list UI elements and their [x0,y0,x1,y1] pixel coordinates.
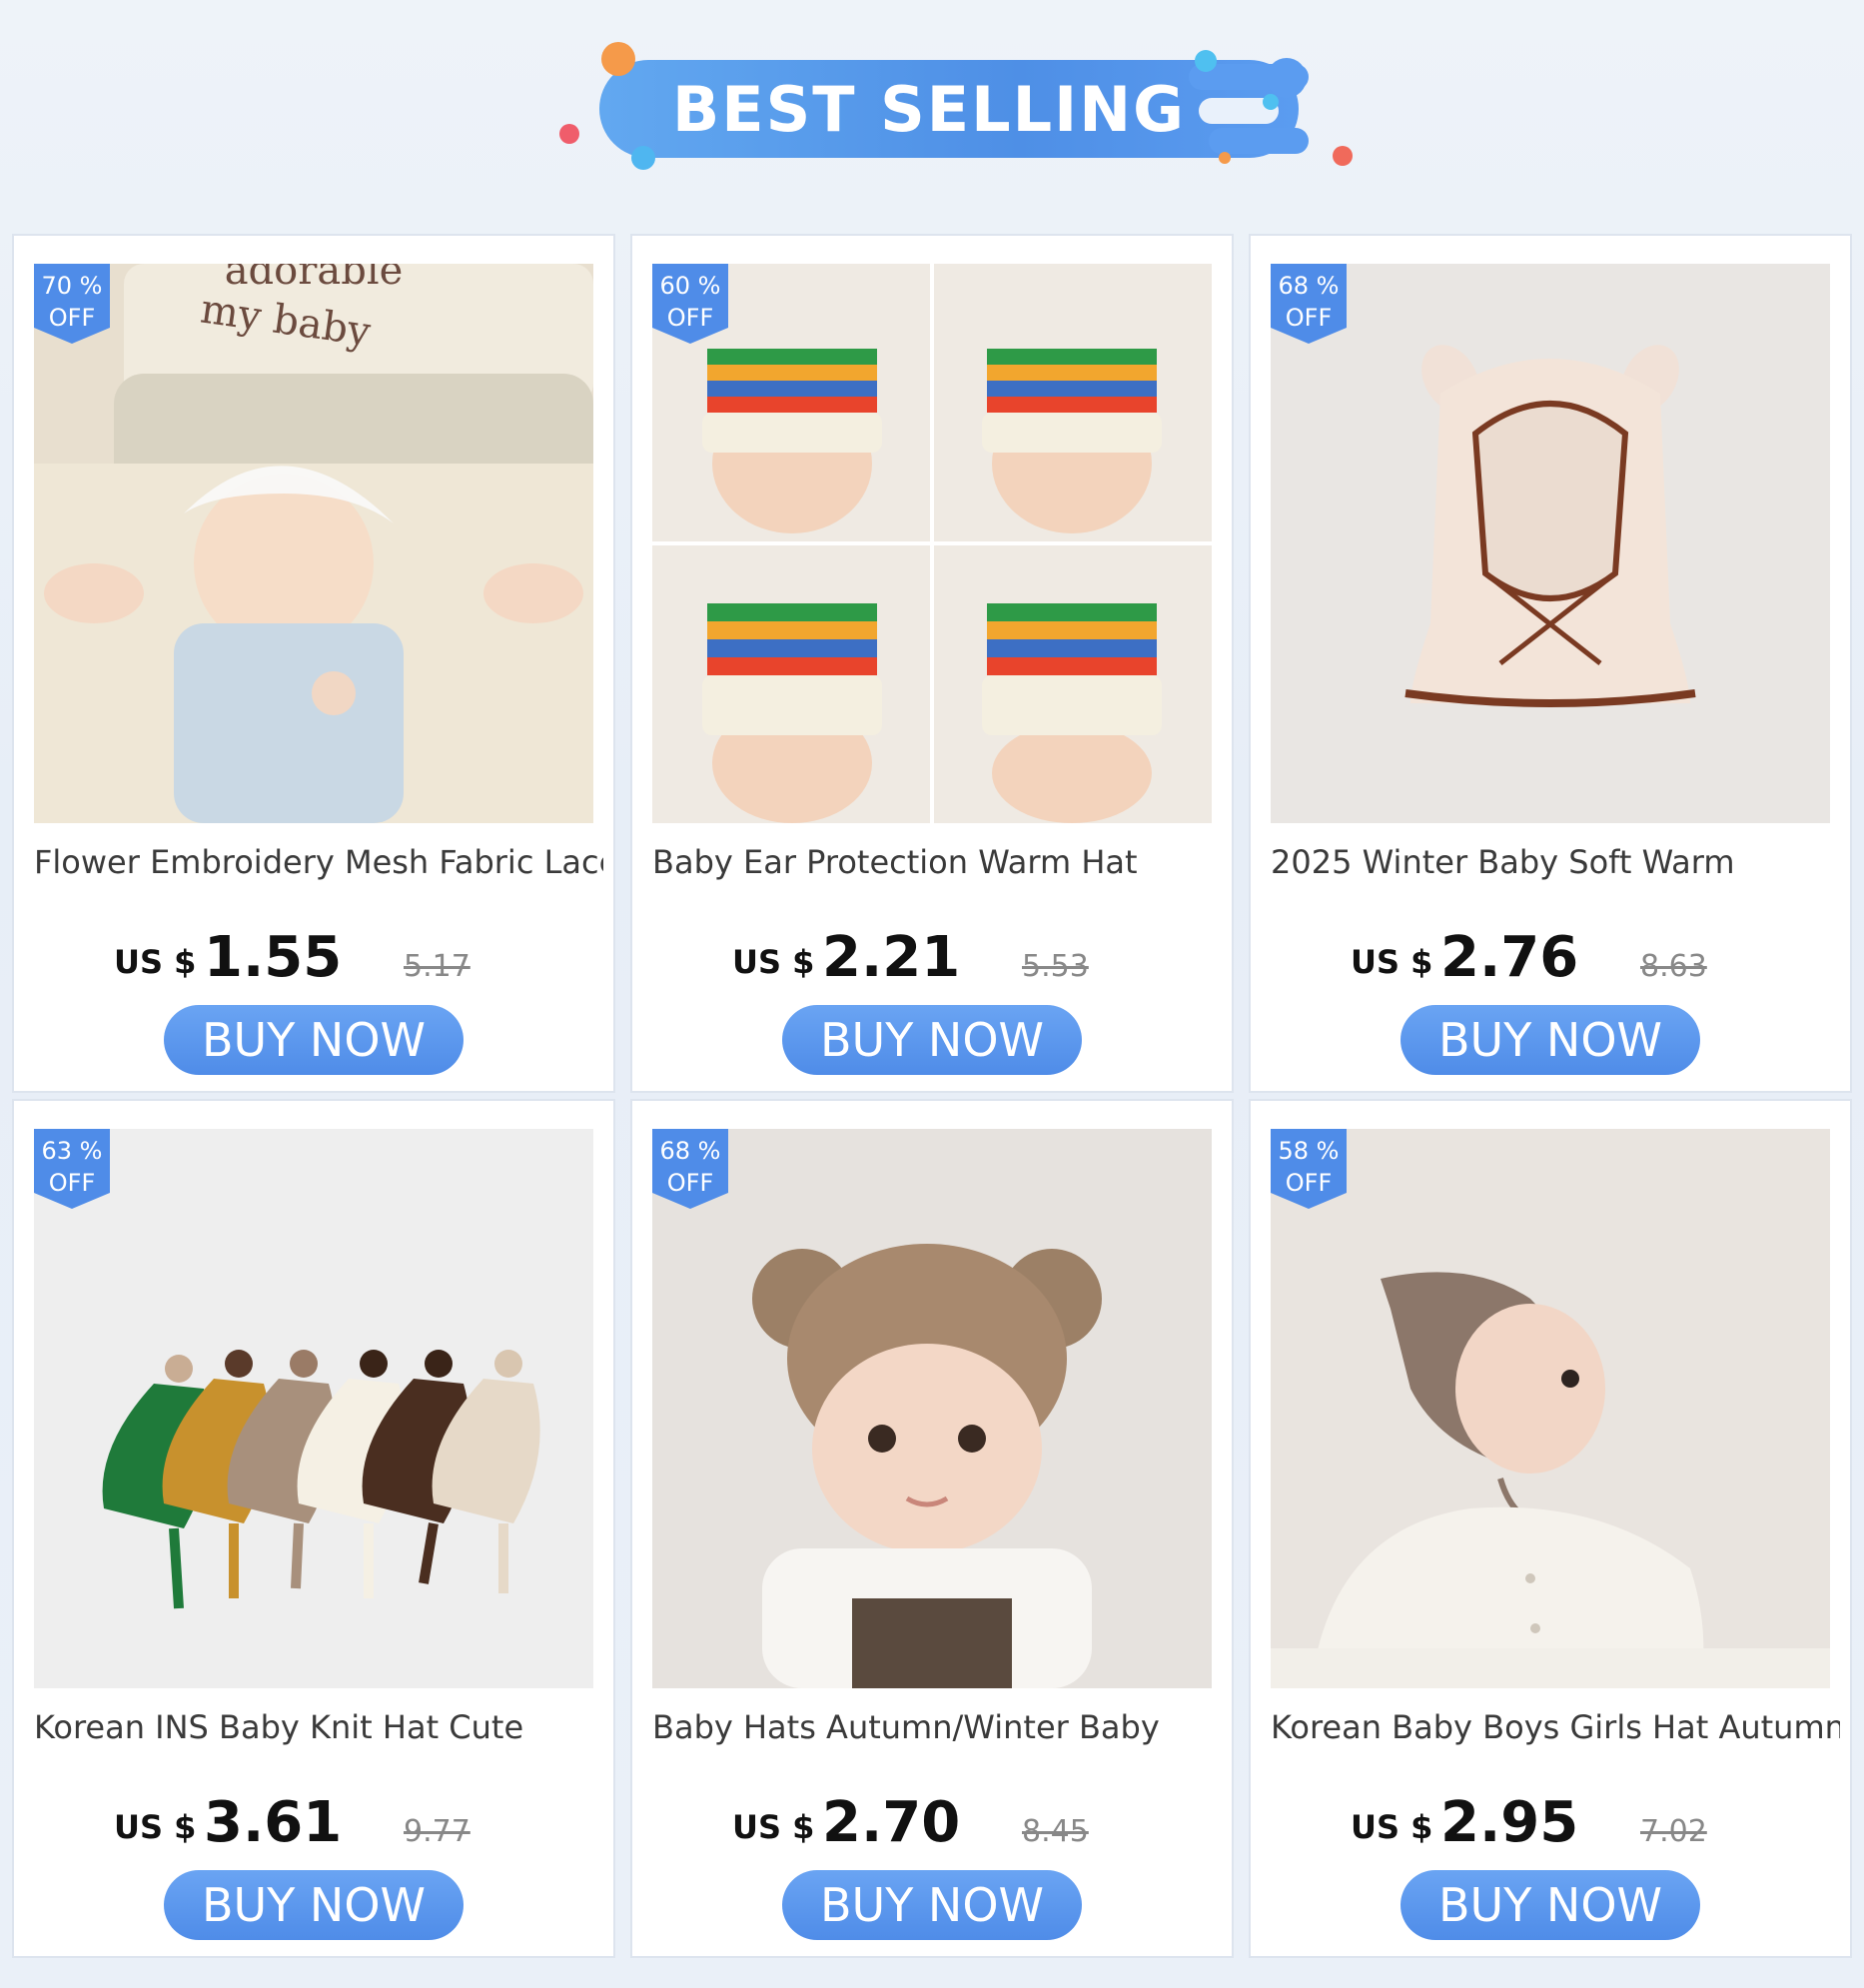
discount-percent: 63 % [41,1137,103,1165]
product-image[interactable]: 68 % OFF [652,1129,1212,1688]
decor-dot [1267,58,1307,98]
price-row: US $ 2.95 7.02 [1251,1790,1854,1860]
price-row: US $ 1.55 5.17 [14,925,617,995]
discount-percent: 70 % [41,272,103,300]
product-image[interactable]: 58 % OFF [1271,1129,1830,1688]
discount-percent: 58 % [1278,1137,1340,1165]
buy-now-button[interactable]: BUY NOW [782,1870,1082,1940]
currency-label: US $ [732,1808,815,1846]
original-price: 7.02 [1640,1814,1707,1849]
currency-label: US $ [732,943,815,981]
discount-badge: 68 % OFF [652,1129,728,1209]
sale-price: 1.55 [204,925,343,990]
price-row: US $ 2.76 8.63 [1251,925,1854,995]
discount-off-label: OFF [48,1169,96,1197]
product-title[interactable]: 2025 Winter Baby Soft Warm [1271,843,1840,881]
sale-price: 2.70 [822,1790,961,1855]
product-image[interactable]: 60 % OFF [652,264,1212,823]
discount-off-label: OFF [666,1169,714,1197]
currency-label: US $ [114,1808,197,1846]
discount-badge: 63 % OFF [34,1129,110,1209]
sale-price: 2.95 [1440,1790,1579,1855]
product-card[interactable]: 63 % OFF Korean INS Baby Knit Hat Cute US… [12,1099,615,1958]
product-title[interactable]: Baby Hats Autumn/Winter Baby [652,1708,1222,1746]
buy-now-button[interactable]: BUY NOW [164,1005,464,1075]
price-row: US $ 2.21 5.53 [632,925,1236,995]
sale-price: 2.76 [1440,925,1579,990]
price-row: US $ 3.61 9.77 [14,1790,617,1860]
discount-percent: 68 % [1278,272,1340,300]
discount-off-label: OFF [1285,1169,1333,1197]
original-price: 5.17 [404,949,470,984]
discount-badge: 58 % OFF [1271,1129,1347,1209]
currency-label: US $ [114,943,197,981]
buy-now-button[interactable]: BUY NOW [1400,1870,1700,1940]
decor-dot [1263,94,1279,110]
price-row: US $ 2.70 8.45 [632,1790,1236,1860]
discount-off-label: OFF [1285,304,1333,332]
product-title[interactable]: Korean Baby Boys Girls Hat Autumn [1271,1708,1840,1746]
currency-label: US $ [1351,1808,1433,1846]
buy-now-button[interactable]: BUY NOW [1400,1005,1700,1075]
product-card[interactable]: 68 % OFF 2025 Winter Baby Soft Warm US $ … [1249,234,1852,1093]
svg-text:adorable: adorable [225,264,404,294]
discount-badge: 70 % OFF [34,264,110,344]
decor-dot [559,124,579,144]
product-title[interactable]: Flower Embroidery Mesh Fabric Lace [34,843,603,881]
product-card[interactable]: 60 % OFF Baby Ear Protection Warm Hat US … [630,234,1234,1093]
currency-label: US $ [1351,943,1433,981]
product-title[interactable]: Korean INS Baby Knit Hat Cute [34,1708,603,1746]
best-selling-header: BEST SELLING [0,0,1864,230]
original-price: 8.45 [1022,1814,1089,1849]
product-image[interactable]: 63 % OFF [34,1129,593,1688]
discount-off-label: OFF [666,304,714,332]
decor-dot [1333,146,1353,166]
product-image[interactable]: adorable my baby 70 % OFF [34,264,593,823]
discount-badge: 60 % OFF [652,264,728,344]
sale-price: 3.61 [204,1790,343,1855]
product-card[interactable]: adorable my baby 70 % OFF Flower Embroide… [12,234,615,1093]
discount-percent: 68 % [659,1137,721,1165]
discount-off-label: OFF [48,304,96,332]
product-card[interactable]: 68 % OFF Baby Hats Autumn/Winter Baby US … [630,1099,1234,1958]
discount-percent: 60 % [659,272,721,300]
original-price: 5.53 [1022,949,1089,984]
original-price: 9.77 [404,1814,470,1849]
banner-title: BEST SELLING [671,72,1186,146]
product-card[interactable]: 58 % OFF Korean Baby Boys Girls Hat Autum… [1249,1099,1852,1958]
sale-price: 2.21 [822,925,961,990]
buy-now-button[interactable]: BUY NOW [164,1870,464,1940]
product-title[interactable]: Baby Ear Protection Warm Hat [652,843,1222,881]
buy-now-button[interactable]: BUY NOW [782,1005,1082,1075]
discount-badge: 68 % OFF [1271,264,1347,344]
original-price: 8.63 [1640,949,1707,984]
product-image[interactable]: 68 % OFF [1271,264,1830,823]
